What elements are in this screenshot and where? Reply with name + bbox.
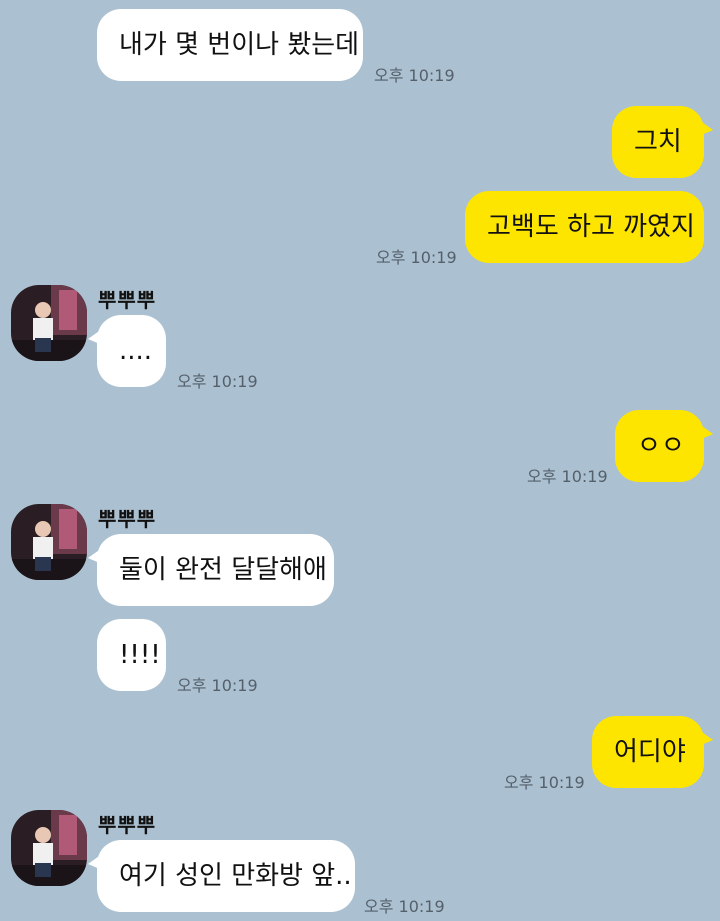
message-text: 그치: [634, 127, 682, 157]
message-text: 내가 몇 번이나 봤는데: [119, 30, 360, 60]
message-timestamp: 오후 10:19: [527, 467, 608, 486]
incoming-message-bubble[interactable]: 여기 성인 만화방 앞..: [88, 840, 355, 912]
incoming-message-bubble[interactable]: ....: [88, 315, 166, 387]
message-text: 고백도 하고 까였지: [487, 212, 695, 242]
avatar-photo-icon: [11, 504, 87, 580]
incoming-message-bubble[interactable]: !!!!: [97, 619, 166, 691]
avatar-photo-icon: [11, 810, 87, 886]
outgoing-message-bubble[interactable]: ㅇㅇ: [615, 410, 713, 482]
message-text: 둘이 완전 달달해애: [119, 555, 327, 585]
outgoing-message-bubble[interactable]: 어디야: [592, 716, 713, 788]
outgoing-message-bubble[interactable]: 그치: [612, 106, 713, 178]
message-timestamp: 오후 10:19: [504, 773, 585, 792]
message-text: ....: [119, 336, 153, 366]
message-text: 여기 성인 만화방 앞..: [119, 861, 352, 891]
message-timestamp: 오후 10:19: [364, 897, 445, 916]
incoming-message-bubble[interactable]: 내가 몇 번이나 봤는데: [97, 9, 363, 81]
message-timestamp: 오후 10:19: [374, 66, 455, 85]
outgoing-message-bubble[interactable]: 고백도 하고 까였지: [465, 191, 704, 263]
message-text: 어디야: [614, 737, 686, 767]
message-timestamp: 오후 10:19: [376, 248, 457, 267]
message-text: !!!!: [119, 640, 161, 670]
sender-avatar[interactable]: [11, 810, 87, 886]
sender-avatar[interactable]: [11, 504, 87, 580]
incoming-message-bubble[interactable]: 둘이 완전 달달해애: [88, 534, 334, 606]
sender-name: 뿌뿌뿌: [98, 288, 157, 312]
avatar-photo-icon: [11, 285, 87, 361]
message-timestamp: 오후 10:19: [177, 372, 258, 391]
sender-name: 뿌뿌뿌: [98, 813, 157, 837]
message-timestamp: 오후 10:19: [177, 676, 258, 695]
sender-name: 뿌뿌뿌: [98, 507, 157, 531]
sender-avatar[interactable]: [11, 285, 87, 361]
message-text: ㅇㅇ: [637, 431, 685, 461]
